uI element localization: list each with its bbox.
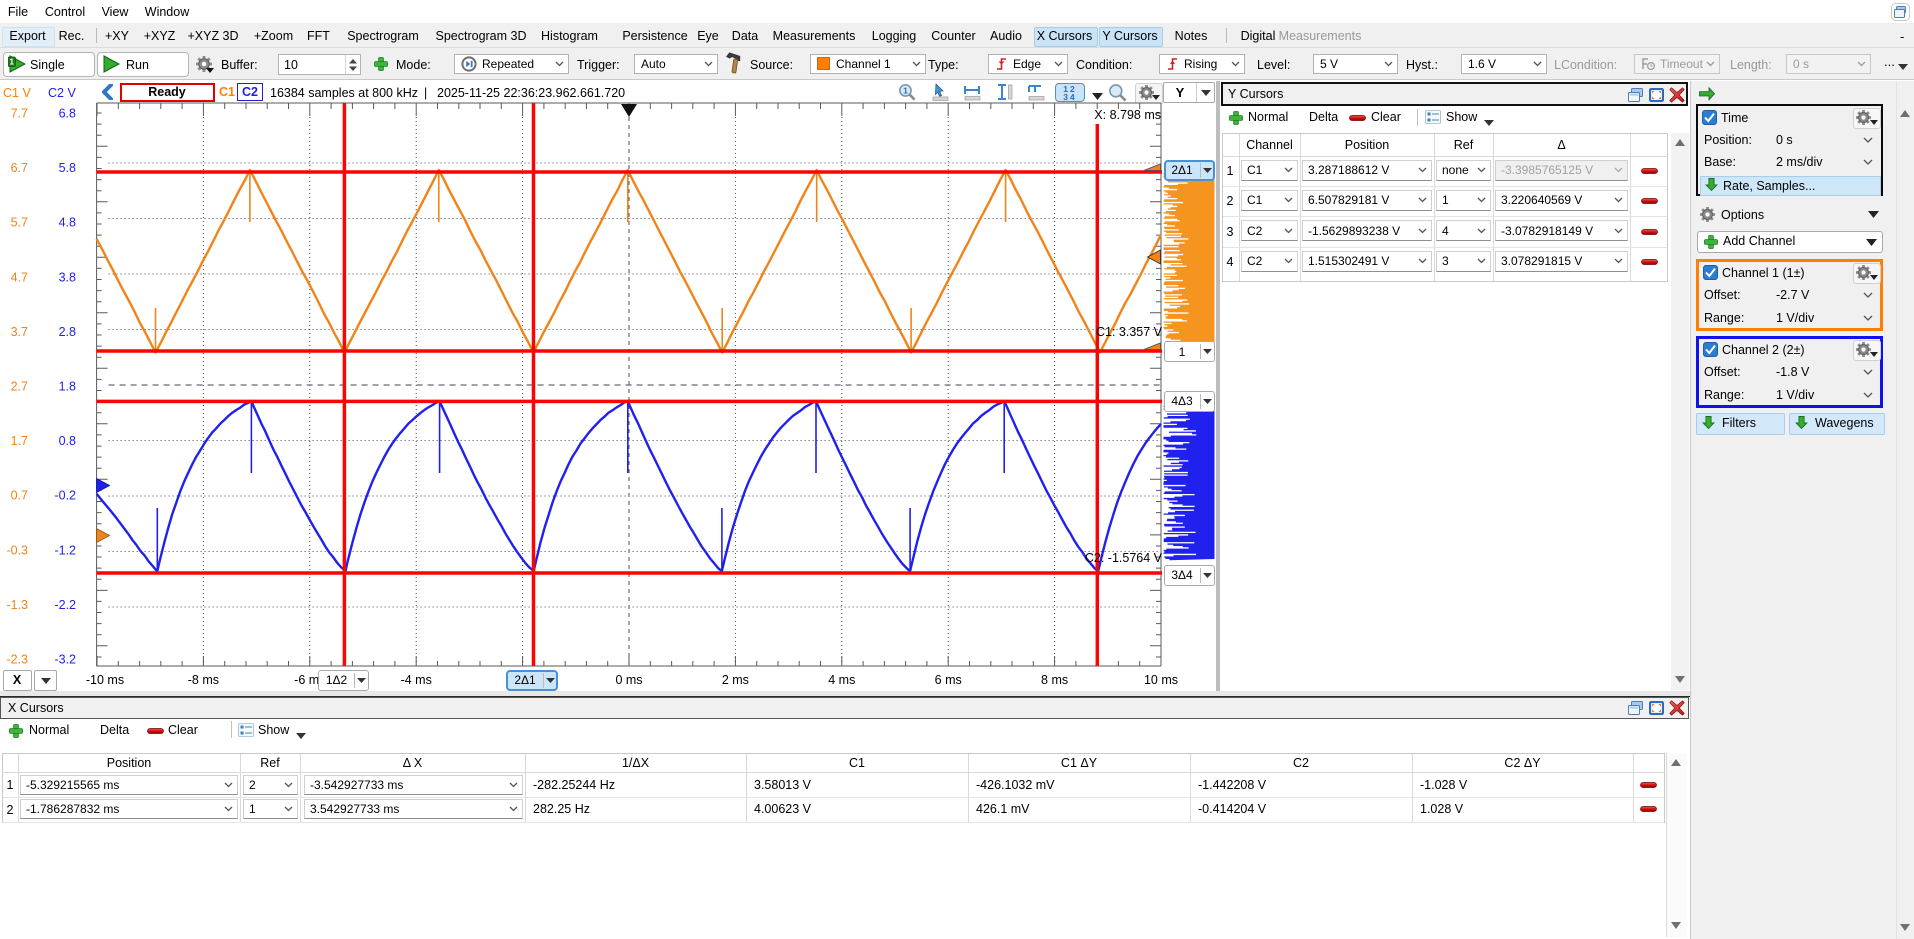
svg-text:6 ms: 6 ms <box>935 673 962 687</box>
svg-text:-2.2: -2.2 <box>54 598 76 612</box>
svg-text:6.7: 6.7 <box>11 161 28 175</box>
svg-text:-2.3: -2.3 <box>6 653 28 667</box>
svg-text:-8 ms: -8 ms <box>188 673 219 687</box>
svg-text:4 ms: 4 ms <box>828 673 855 687</box>
svg-text:2.8: 2.8 <box>59 325 76 339</box>
svg-text:-1.2: -1.2 <box>54 543 76 557</box>
svg-text:5.7: 5.7 <box>11 216 28 230</box>
svg-text:-0.3: -0.3 <box>6 543 28 557</box>
svg-text:C1: 3.357 V: C1: 3.357 V <box>1096 325 1163 339</box>
svg-text:2 ms: 2 ms <box>722 673 749 687</box>
svg-text:C2: -1.5764 V: C2: -1.5764 V <box>1085 551 1163 565</box>
svg-text:1: 1 <box>9 57 14 66</box>
svg-text:3.8: 3.8 <box>59 270 76 284</box>
svg-text:0.7: 0.7 <box>11 489 28 503</box>
svg-text:4.8: 4.8 <box>59 216 76 230</box>
svg-text:-1.3: -1.3 <box>6 598 28 612</box>
svg-text:5.8: 5.8 <box>59 161 76 175</box>
svg-text:3.7: 3.7 <box>11 325 28 339</box>
svg-text:1.8: 1.8 <box>59 380 76 394</box>
svg-text:10 ms: 10 ms <box>1144 673 1178 687</box>
svg-text:4.7: 4.7 <box>11 270 28 284</box>
svg-text:6.8: 6.8 <box>59 107 76 121</box>
svg-text:8 ms: 8 ms <box>1041 673 1068 687</box>
svg-text:2.7: 2.7 <box>11 380 28 394</box>
svg-text:1.7: 1.7 <box>11 434 28 448</box>
svg-text:7.7: 7.7 <box>11 107 28 121</box>
svg-text:X: 8.798 ms: X: 8.798 ms <box>1094 108 1161 122</box>
svg-text:-3.2: -3.2 <box>54 653 76 667</box>
svg-text:0.8: 0.8 <box>59 434 76 448</box>
svg-text:-0.2: -0.2 <box>54 489 76 503</box>
